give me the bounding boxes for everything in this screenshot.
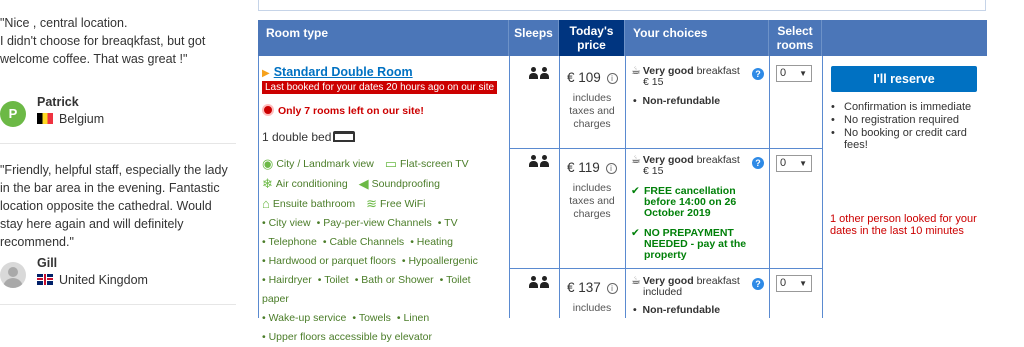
room-price: € 137 i: [567, 280, 618, 295]
reviewer: Gill United Kingdom: [0, 256, 236, 292]
reviewer: P Patrick Belgium: [0, 95, 236, 131]
policy-label: • Non-refundable: [633, 95, 721, 107]
eye-icon: ◉: [262, 156, 274, 171]
info-icon[interactable]: i: [606, 73, 618, 84]
recent-views-notice: 1 other person looked for your dates in …: [830, 213, 977, 237]
facility-row: ⌂ Ensuite bathroom ≋ Free WiFi: [262, 196, 426, 211]
review-divider: [0, 143, 236, 144]
help-icon[interactable]: ?: [752, 278, 764, 290]
speaker-icon: ◀: [358, 176, 369, 191]
benefit-item: No booking or credit card fees!: [829, 127, 984, 151]
reviewer-country: Belgium: [37, 112, 104, 126]
header-your-choices: Your choices: [625, 20, 769, 56]
triangle-icon: ▶: [262, 68, 270, 79]
facility-row: ◉ City / Landmark view ▭ Flat-screen TV: [262, 156, 469, 171]
no-prepayment: ✔ NO PREPAYMENT NEEDED - pay at the prope…: [631, 227, 747, 261]
alert-dot-icon: [262, 104, 274, 116]
coffee-cup-icon: ☕: [631, 65, 641, 77]
coffee-cup-icon: ☕: [631, 275, 641, 287]
room-name-link[interactable]: ▶ Standard Double Room: [262, 65, 413, 79]
price-note: includes taxes and charges: [569, 182, 615, 220]
header-select-rooms: Select rooms: [769, 20, 822, 56]
review-divider: [0, 304, 236, 305]
last-booked-badge: Last booked for your dates 20 hours ago …: [262, 81, 498, 94]
column-separator: [822, 56, 823, 318]
previous-section-box: [258, 0, 986, 11]
facility-row: • Hardwood or parquet floors • Hypoallerg…: [262, 255, 478, 267]
uk-flag-icon: [37, 274, 53, 285]
reviewer-country: United Kingdom: [37, 273, 148, 287]
dropdown-arrow-icon: ▼: [799, 69, 807, 78]
header-sleeps: Sleeps: [509, 20, 559, 56]
dropdown-arrow-icon: ▼: [799, 159, 807, 168]
header-todays-price: Today's price: [559, 20, 625, 56]
facilities-list: ◉ City / Landmark view ▭ Flat-screen TV ❄ A…: [262, 154, 506, 347]
facility-row: ❄ Air conditioning ◀ Soundproofing: [262, 176, 440, 191]
bed-info: 1 double bed: [262, 130, 356, 144]
coffee-cup-icon: ☕: [631, 154, 641, 166]
room-price: € 109 i: [567, 70, 618, 85]
facility-row: • Wake-up service • Towels • Linen: [262, 312, 430, 324]
room-price: € 119 i: [567, 160, 617, 175]
review-text: "Nice , central location. I didn't choos…: [0, 16, 206, 66]
column-separator: [559, 56, 560, 318]
breakfast-option: ☕ Very good breakfast € 15: [631, 154, 740, 177]
avatar: [0, 262, 26, 288]
facility-row: • Telephone • Cable Channels • Heating: [262, 236, 453, 248]
info-icon[interactable]: i: [605, 163, 617, 174]
reviews-column: "Nice , central location. I didn't choos…: [0, 0, 240, 318]
price-note: includes: [572, 302, 612, 314]
help-icon[interactable]: ?: [752, 68, 764, 80]
facility-row: • Upper floors accessible by elevator: [262, 331, 433, 343]
facility-row: • Hairdryer • Toilet • Bath or Shower • Toi…: [262, 274, 471, 305]
reviewer-name: Patrick: [37, 95, 79, 109]
breakfast-option: ☕ Very good breakfast included: [631, 275, 740, 298]
column-separator: [509, 56, 510, 318]
belgium-flag-icon: [37, 113, 53, 124]
column-separator: [625, 56, 626, 318]
free-cancellation: ✔ FREE cancellation before 14:00 on 26 Oc…: [631, 185, 737, 219]
scarcity-message: Only 7 rooms left on our site!: [262, 104, 424, 117]
avatar: P: [0, 101, 26, 127]
room-count-select[interactable]: 0 ▼: [776, 155, 812, 172]
header-reserve: [822, 20, 987, 56]
dropdown-arrow-icon: ▼: [799, 279, 807, 288]
snowflake-icon: ❄: [262, 176, 273, 191]
two-persons-icon: [529, 276, 551, 288]
review-text: "Friendly, helpful staff, especially the…: [0, 163, 228, 249]
reserve-benefits: Confirmation is immediate No registratio…: [829, 101, 984, 152]
header-room-type: Room type: [258, 20, 509, 56]
two-persons-icon: [529, 67, 551, 79]
reviewer-name: Gill: [37, 256, 58, 270]
two-persons-icon: [529, 155, 551, 167]
row-separator: [509, 148, 822, 149]
checkmark-icon: ✔: [631, 185, 640, 197]
bed-icon: [333, 131, 356, 142]
wifi-icon: ≋: [366, 196, 377, 211]
policy-label: • Non-refundable: [633, 304, 721, 316]
price-note: includes taxes and charges: [569, 92, 615, 130]
benefit-item: Confirmation is immediate: [829, 101, 984, 113]
room-count-select[interactable]: 0 ▼: [776, 275, 812, 292]
facility-row: • City view • Pay-per-view Channels • TV: [262, 217, 458, 229]
tv-icon: ▭: [384, 156, 398, 171]
row-separator: [509, 268, 822, 269]
shower-icon: ⌂: [262, 196, 270, 211]
checkmark-icon: ✔: [631, 227, 640, 239]
table-border-left: [258, 56, 259, 318]
column-separator: [769, 56, 770, 318]
benefit-item: No registration required: [829, 114, 984, 126]
room-count-select[interactable]: 0 ▼: [776, 65, 812, 82]
help-icon[interactable]: ?: [752, 157, 764, 169]
reserve-button[interactable]: I'll reserve: [831, 66, 977, 92]
info-icon[interactable]: i: [606, 283, 618, 294]
breakfast-option: ☕ Very good breakfast € 15: [631, 65, 740, 88]
